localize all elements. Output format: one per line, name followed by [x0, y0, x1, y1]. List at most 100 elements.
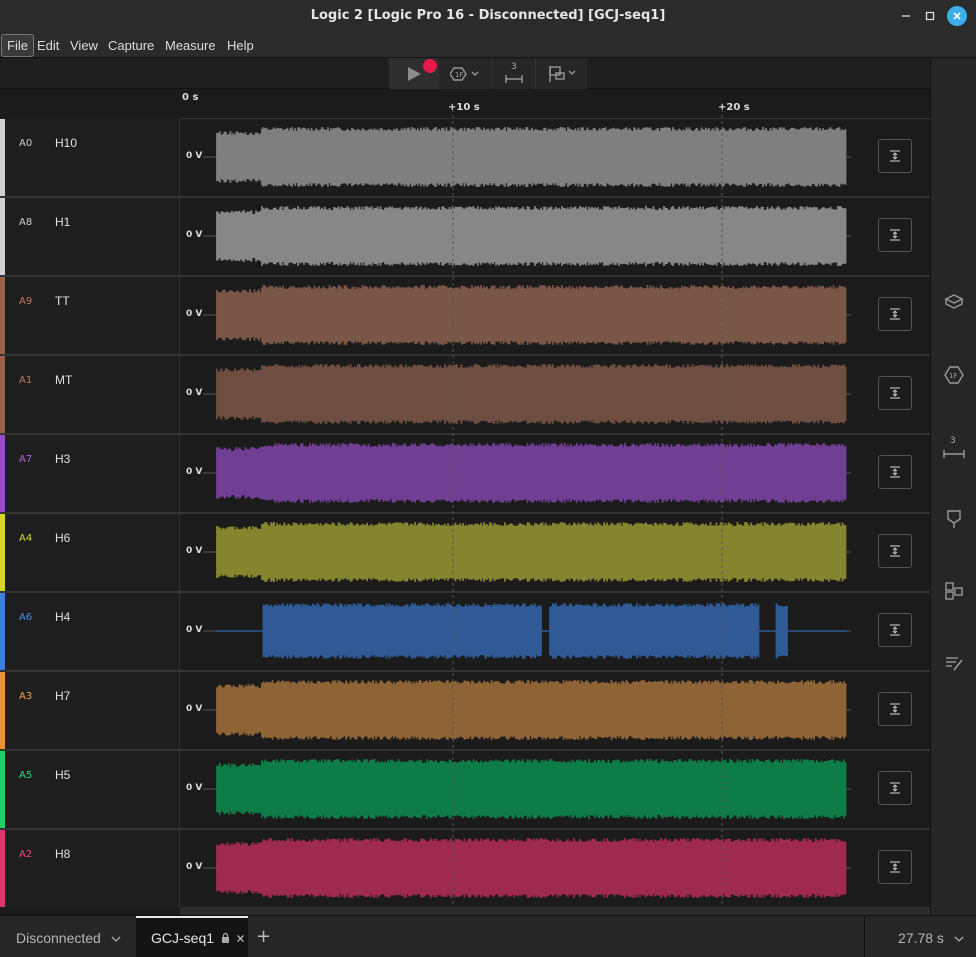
channel-waveform[interactable]: 0 V — [181, 435, 930, 512]
extensions-panel-button[interactable] — [931, 576, 976, 606]
channel-autoscale-button[interactable] — [878, 534, 912, 568]
channel-row: A1 MT 0 V — [0, 356, 930, 435]
channel-autoscale-button[interactable] — [878, 297, 912, 331]
maximize-button[interactable] — [921, 7, 939, 25]
channel-name[interactable]: TT — [55, 294, 70, 308]
menu-file[interactable]: File — [1, 34, 34, 57]
chevron-down-icon — [111, 936, 121, 942]
markers-panel-button[interactable] — [931, 504, 976, 534]
session-tab-label: GCJ-seq1 — [151, 930, 215, 946]
channel-name[interactable]: H3 — [55, 452, 70, 466]
channel-waveform[interactable]: 0 V — [181, 593, 930, 670]
channel-waveform[interactable]: 0 V — [181, 277, 930, 354]
channel-autoscale-button[interactable] — [878, 455, 912, 489]
record-indicator — [423, 59, 437, 73]
measurements-panel-button[interactable]: 3 — [931, 433, 976, 463]
menu-measure[interactable]: Measure — [160, 34, 221, 57]
channel-id: A0 — [19, 138, 33, 149]
menu-capture[interactable]: Capture — [103, 34, 159, 57]
channel-autoscale-button[interactable] — [878, 218, 912, 252]
trigger-icon: 1F — [450, 66, 479, 81]
trigger-panel-button[interactable]: 1F — [931, 360, 976, 390]
channel-name[interactable]: MT — [55, 373, 72, 387]
channel-waveform[interactable]: 0 V — [181, 672, 930, 749]
notes-icon — [946, 657, 963, 671]
channel-autoscale-button[interactable] — [878, 139, 912, 173]
channel-color-bar — [0, 277, 5, 354]
tick-label: +20 s — [718, 102, 750, 113]
channel-autoscale-button[interactable] — [878, 376, 912, 410]
channel-waveform[interactable]: 0 V — [181, 198, 930, 275]
channel-autoscale-button[interactable] — [878, 850, 912, 884]
horizontal-scrollbar[interactable] — [180, 907, 930, 915]
menu-view[interactable]: View — [65, 34, 103, 57]
channel-autoscale-button[interactable] — [878, 771, 912, 805]
session-tab[interactable]: GCJ-seq1 — [136, 916, 248, 957]
channel-header[interactable]: A4 H6 — [0, 514, 180, 591]
channel-header[interactable]: A3 H7 — [0, 672, 180, 749]
channel-color-bar — [0, 830, 5, 907]
right-sidebar: 1F 3 — [930, 58, 976, 915]
channel-name[interactable]: H6 — [55, 531, 70, 545]
channel-name[interactable]: H4 — [55, 610, 70, 624]
status-bar: Disconnected GCJ-seq1 + 27.78 s — [0, 915, 976, 957]
channel-autoscale-button[interactable] — [878, 692, 912, 726]
channel-waveform[interactable]: 0 V — [181, 119, 930, 196]
channel-list: A0 H10 0 V A8 H1 0 V A9 TT 0 V A1 MT 0 V A7 H3 0 V A4 H6… — [0, 119, 930, 909]
scroll-spacer — [0, 907, 180, 915]
channel-name[interactable]: H5 — [55, 768, 70, 782]
capture-length-button[interactable]: 27.78 s — [864, 916, 976, 957]
menu-edit[interactable]: Edit — [32, 34, 64, 57]
channel-color-bar — [0, 356, 5, 433]
start-capture-button[interactable] — [389, 58, 439, 89]
channel-header[interactable]: A5 H5 — [0, 751, 180, 828]
measure-button[interactable]: 3 — [492, 58, 536, 89]
minimize-button[interactable] — [897, 7, 915, 25]
channel-header[interactable]: A6 H4 — [0, 593, 180, 670]
channel-waveform[interactable]: 0 V — [181, 514, 930, 591]
channel-header[interactable]: A0 H10 — [0, 119, 180, 196]
channel-color-bar — [0, 119, 5, 196]
marker-button[interactable] — [538, 58, 588, 89]
channel-color-bar — [0, 435, 5, 512]
add-tab-button[interactable]: + — [256, 926, 271, 947]
close-tab-icon[interactable] — [236, 934, 245, 943]
waveform-trace — [203, 443, 851, 503]
channel-name[interactable]: H1 — [55, 215, 70, 229]
notes-panel-button[interactable] — [931, 648, 976, 678]
channel-color-bar — [0, 514, 5, 591]
close-button[interactable] — [947, 6, 967, 26]
channel-waveform[interactable]: 0 V — [181, 830, 930, 907]
analyzers-button[interactable] — [931, 287, 976, 317]
channel-header[interactable]: A1 MT — [0, 356, 180, 433]
channel-waveform[interactable]: 0 V — [181, 356, 930, 433]
channel-waveform[interactable]: 0 V — [181, 751, 930, 828]
menu-help[interactable]: Help — [222, 34, 259, 57]
channel-name[interactable]: H10 — [55, 136, 77, 150]
expand-vertical-icon — [890, 387, 900, 399]
channel-id: A1 — [19, 375, 33, 386]
channel-autoscale-button[interactable] — [878, 613, 912, 647]
trigger-settings-button[interactable]: 1F — [441, 58, 489, 89]
channel-color-bar — [0, 751, 5, 828]
channel-row: A3 H7 0 V — [0, 672, 930, 751]
measurements-count: 3 — [950, 436, 956, 446]
menu-bar: File Edit View Capture Measure Help — [0, 32, 976, 58]
channel-header[interactable]: A9 TT — [0, 277, 180, 354]
waveform-trace — [203, 759, 851, 819]
channel-color-bar — [0, 672, 5, 749]
tick-label: 0 s — [182, 92, 199, 103]
time-ruler[interactable]: 0 s +10 s +20 s — [180, 89, 930, 119]
channel-row: A6 H4 0 V — [0, 593, 930, 672]
channel-header[interactable]: A2 H8 — [0, 830, 180, 907]
channel-header[interactable]: A7 H3 — [0, 435, 180, 512]
toolbar: 1F 3 — [0, 58, 930, 89]
lock-icon — [221, 932, 229, 943]
waveform-trace — [203, 206, 851, 266]
channel-name[interactable]: H8 — [55, 847, 70, 861]
channel-header[interactable]: A8 H1 — [0, 198, 180, 275]
channel-color-bar — [0, 593, 5, 670]
connection-status-button[interactable]: Disconnected — [0, 916, 135, 957]
channel-name[interactable]: H7 — [55, 689, 70, 703]
waveform-trace — [203, 603, 851, 659]
